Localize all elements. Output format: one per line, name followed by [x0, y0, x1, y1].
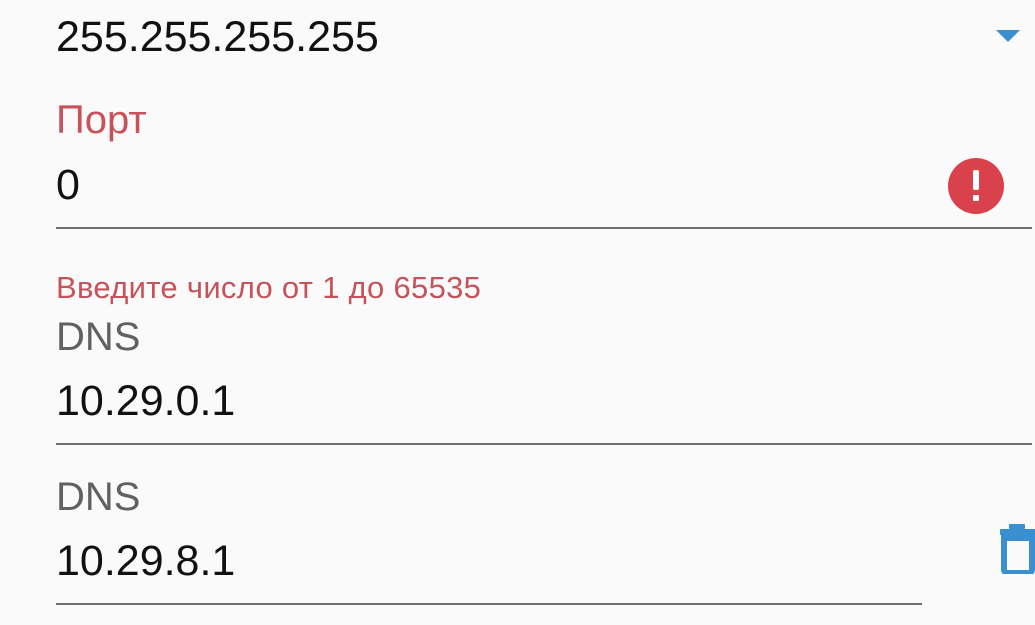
dns-secondary-underline	[56, 603, 922, 605]
netmask-select[interactable]: 255.255.255.255	[56, 16, 379, 59]
trash-icon[interactable]	[998, 522, 1035, 576]
port-underline	[56, 227, 1032, 229]
dns-primary-input[interactable]: 10.29.0.1	[56, 380, 235, 423]
error-icon	[948, 158, 1004, 214]
dns-primary-label: DNS	[56, 315, 141, 359]
dns-secondary-input[interactable]: 10.29.8.1	[56, 540, 235, 583]
dns-primary-underline	[56, 443, 1032, 445]
dns-secondary-label: DNS	[56, 475, 141, 519]
port-input[interactable]: 0	[56, 164, 80, 207]
port-label: Порт	[56, 98, 147, 142]
port-error-text: Введите число от 1 до 65535	[56, 270, 482, 305]
dropdown-arrow-icon[interactable]	[996, 30, 1020, 42]
network-settings-form: 255.255.255.255 Порт 0 Введите число от …	[0, 0, 1035, 625]
